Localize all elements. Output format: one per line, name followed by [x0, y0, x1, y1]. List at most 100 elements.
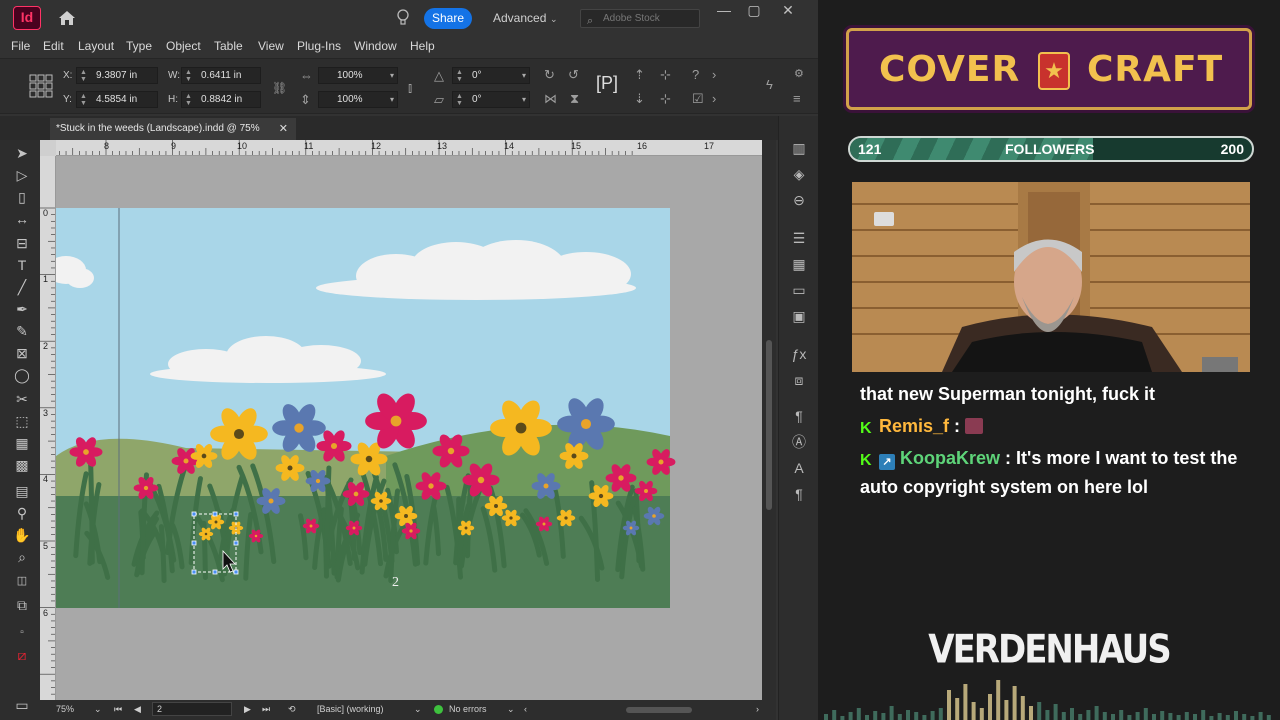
- reference-point-icon[interactable]: [28, 73, 54, 99]
- page-tool-icon[interactable]: ▯: [12, 188, 32, 206]
- hand-tool-icon[interactable]: ✋: [12, 526, 32, 544]
- rectangle-frame-tool-icon[interactable]: ⊠: [12, 344, 32, 362]
- note-tool-icon[interactable]: ▤: [12, 482, 32, 500]
- character-styles-panel-icon[interactable]: A: [789, 458, 809, 478]
- pen-tool-icon[interactable]: ✒: [12, 300, 32, 318]
- screen-mode-icon[interactable]: ▭: [12, 696, 32, 714]
- workspace-switcher[interactable]: Advanced: [493, 11, 546, 25]
- select-previous-icon[interactable]: ⊹: [660, 67, 671, 83]
- adobe-stock-search-input[interactable]: ⌕ Adobe Stock: [580, 9, 700, 28]
- links-panel-icon[interactable]: ⊖: [789, 190, 809, 210]
- menu-view[interactable]: View: [258, 39, 284, 53]
- menu-help[interactable]: Help: [410, 39, 435, 53]
- free-transform-tool-icon[interactable]: ⬚: [12, 412, 32, 430]
- eyedropper-tool-icon[interactable]: ⚲: [12, 504, 32, 522]
- stroke-panel-icon[interactable]: ☰: [789, 228, 809, 248]
- select-container-icon[interactable]: ⇡: [634, 67, 645, 83]
- home-icon[interactable]: [58, 10, 76, 26]
- flip-horizontal-icon[interactable]: ⋈: [544, 91, 557, 107]
- menu-layout[interactable]: Layout: [78, 39, 114, 53]
- select-content-icon[interactable]: [P]: [596, 73, 618, 94]
- menu-type[interactable]: Type: [126, 39, 152, 53]
- direct-selection-tool-icon[interactable]: ▷: [12, 166, 32, 184]
- scissors-tool-icon[interactable]: ✂: [12, 390, 32, 408]
- scale-y-field[interactable]: 100% ▾: [318, 91, 398, 108]
- help-icon[interactable]: ?: [692, 67, 699, 82]
- effects-panel-icon[interactable]: ƒx: [789, 344, 809, 364]
- gradient-tool-icon[interactable]: ▦: [12, 434, 32, 452]
- content-collector-icon[interactable]: ⊟: [12, 234, 32, 252]
- scale-x-field[interactable]: 100% ▾: [318, 67, 398, 84]
- master-dropdown-icon[interactable]: ⌄: [414, 704, 422, 715]
- ellipse-tool-icon[interactable]: ◯: [12, 366, 32, 384]
- gradient-feather-tool-icon[interactable]: ▩: [12, 456, 32, 474]
- type-tool-icon[interactable]: T: [12, 256, 32, 274]
- lightbulb-icon[interactable]: [396, 9, 410, 27]
- last-page-icon[interactable]: ⏭: [262, 704, 270, 715]
- selection-tool-icon[interactable]: ➤: [12, 144, 32, 162]
- preflight-status[interactable]: No errors: [449, 704, 487, 714]
- close-tab-icon[interactable]: ✕: [279, 118, 288, 140]
- fill-stroke-icon[interactable]: ⧉: [12, 596, 32, 614]
- panel-menu-icon[interactable]: ≡: [793, 91, 801, 106]
- menu-object[interactable]: Object: [166, 39, 201, 53]
- chevron-right-icon[interactable]: ›: [712, 67, 716, 82]
- y-position-field[interactable]: ▲ ▼ 4.5854 in: [76, 91, 158, 108]
- first-page-icon[interactable]: ⏮: [114, 704, 122, 715]
- constrain-scale-icon[interactable]: ⫾: [408, 80, 412, 96]
- text-wrap-icon[interactable]: ☑: [692, 91, 704, 107]
- chevron-down-icon[interactable]: ⌄: [550, 14, 558, 25]
- minimize-button[interactable]: —: [714, 2, 734, 18]
- menu-edit[interactable]: Edit: [43, 39, 64, 53]
- document-tab[interactable]: *Stuck in the weeds (Landscape).indd @ 7…: [50, 118, 296, 140]
- formatting-container-icon[interactable]: ▫: [12, 624, 32, 642]
- vertical-ruler[interactable]: 0 1 2 3 4 5 6: [40, 156, 56, 700]
- close-window-button[interactable]: ✕: [778, 2, 798, 19]
- paragraph-styles-panel-icon[interactable]: ¶: [789, 406, 809, 426]
- shear-field[interactable]: ▲ ▼ 0° ▾: [452, 91, 530, 108]
- pages-panel-icon[interactable]: ▥: [789, 138, 809, 158]
- lightning-icon[interactable]: ϟ: [766, 77, 773, 92]
- menu-plugins[interactable]: Plug-Ins: [297, 39, 341, 53]
- rotate-field[interactable]: ▲ ▼ 0° ▾: [452, 67, 530, 84]
- next-page-icon[interactable]: ▶: [244, 704, 251, 715]
- zoom-tool-icon[interactable]: ⌕: [12, 548, 32, 566]
- height-field[interactable]: ▲ ▼ 0.8842 in: [181, 91, 261, 108]
- menu-file[interactable]: File: [11, 39, 30, 53]
- ruler-origin[interactable]: [40, 140, 56, 156]
- flip-vertical-icon[interactable]: ⧗: [570, 91, 579, 107]
- apply-none-icon[interactable]: ⧄: [12, 646, 32, 664]
- scroll-thumb[interactable]: [766, 340, 772, 510]
- layers-panel-icon[interactable]: ◈: [789, 164, 809, 184]
- menu-table[interactable]: Table: [214, 39, 243, 53]
- maximize-button[interactable]: ▢: [744, 2, 764, 19]
- width-field[interactable]: ▲ ▼ 0.6411 in: [181, 67, 261, 84]
- horizontal-ruler[interactable]: 8 9 10 11 12 13 14 15 16 17: [56, 140, 762, 156]
- color-panel-icon[interactable]: ▣: [789, 306, 809, 326]
- hscroll-left-icon[interactable]: ‹: [524, 704, 527, 714]
- page-number-field[interactable]: 2: [152, 702, 232, 716]
- default-colors-icon[interactable]: ◫: [12, 572, 32, 590]
- gap-tool-icon[interactable]: ↔: [12, 210, 32, 228]
- zoom-level[interactable]: 75%: [56, 704, 74, 714]
- pasteboard[interactable]: 2: [56, 156, 762, 700]
- rotate-cw-icon[interactable]: ↻: [544, 67, 555, 83]
- menu-window[interactable]: Window: [354, 39, 397, 53]
- select-child-icon[interactable]: ⇣: [634, 91, 645, 107]
- gradient-panel-icon[interactable]: ▭: [789, 280, 809, 300]
- line-tool-icon[interactable]: ╱: [12, 278, 32, 296]
- constrain-proportions-icon[interactable]: ⛓: [272, 81, 287, 95]
- previous-page-icon[interactable]: ◀: [134, 704, 141, 715]
- rotate-ccw-icon[interactable]: ↺: [568, 67, 579, 83]
- open-page-icon[interactable]: ⟲: [288, 704, 296, 715]
- x-position-field[interactable]: ▲ ▼ 9.3807 in: [76, 67, 158, 84]
- vertical-scrollbar[interactable]: [762, 140, 776, 700]
- chevron-right-icon-2[interactable]: ›: [712, 91, 716, 106]
- hscroll-right-icon[interactable]: ›: [756, 704, 759, 714]
- share-button[interactable]: Share: [424, 8, 472, 29]
- pencil-tool-icon[interactable]: ✎: [12, 322, 32, 340]
- document-page-artwork[interactable]: 2: [56, 156, 762, 700]
- preflight-dropdown-icon[interactable]: ⌄: [507, 704, 515, 715]
- select-next-icon[interactable]: ⊹: [660, 91, 671, 107]
- gear-icon[interactable]: ⚙: [794, 67, 804, 80]
